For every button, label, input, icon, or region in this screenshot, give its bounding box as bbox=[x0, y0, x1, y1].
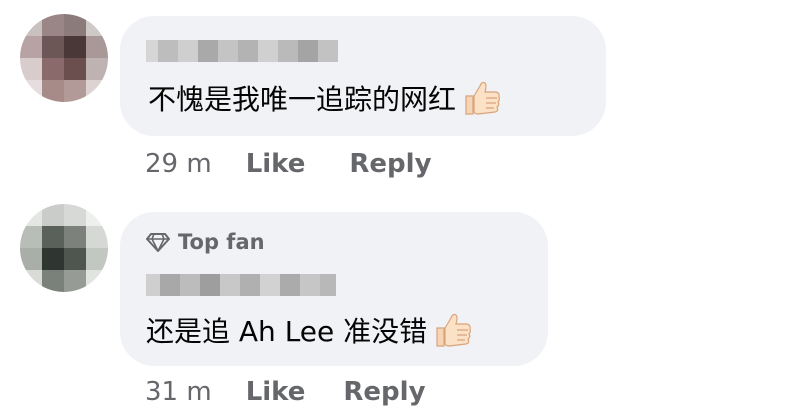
thumbs-up-icon bbox=[436, 313, 472, 347]
comment-2: Top fan 还是追 Ah Lee 准没错 31 m Like Reply bbox=[0, 200, 800, 413]
top-fan-label: Top fan bbox=[178, 230, 265, 254]
avatar[interactable] bbox=[20, 204, 108, 292]
like-button[interactable]: Like bbox=[246, 149, 306, 179]
author-name-redacted[interactable] bbox=[146, 40, 352, 62]
comment-time[interactable]: 29 m bbox=[145, 149, 212, 179]
thumbs-up-icon bbox=[465, 81, 500, 115]
comment-text-content: 不愧是我唯一追踪的网红 bbox=[148, 83, 457, 116]
like-button[interactable]: Like bbox=[246, 377, 306, 407]
top-fan-badge: Top fan bbox=[146, 230, 265, 254]
comment-text: 还是追 Ah Lee 准没错 bbox=[146, 310, 473, 350]
author-name-redacted[interactable] bbox=[146, 274, 356, 296]
comment-1: 不愧是我唯一追踪的网红 29 m Like Reply bbox=[0, 0, 800, 200]
comment-bubble: 不愧是我唯一追踪的网红 bbox=[120, 16, 606, 136]
comment-bubble: Top fan 还是追 Ah Lee 准没错 bbox=[120, 212, 548, 366]
reply-button[interactable]: Reply bbox=[349, 149, 431, 179]
comment-text-content: 还是追 Ah Lee 准没错 bbox=[146, 315, 428, 348]
reply-button[interactable]: Reply bbox=[343, 377, 425, 407]
comment-actions: 31 m Like Reply bbox=[145, 377, 426, 407]
avatar[interactable] bbox=[20, 14, 108, 102]
comment-text: 不愧是我唯一追踪的网红 bbox=[148, 78, 502, 118]
comment-actions: 29 m Like Reply bbox=[145, 149, 432, 179]
diamond-icon bbox=[146, 233, 170, 252]
comment-time[interactable]: 31 m bbox=[145, 377, 212, 407]
